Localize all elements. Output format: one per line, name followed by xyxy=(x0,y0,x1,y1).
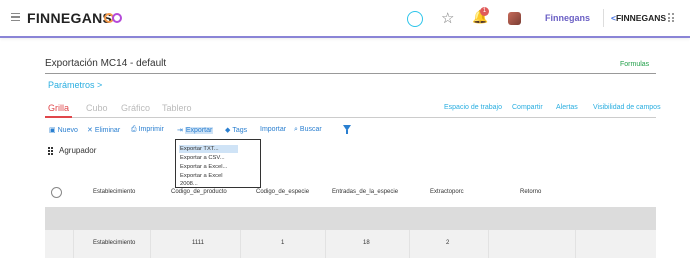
new-button[interactable]: ▣ Nuevo xyxy=(49,126,78,134)
grouper-button[interactable]: Agrupador xyxy=(48,146,96,155)
column-divider xyxy=(575,230,576,258)
divider xyxy=(603,9,604,27)
column-divider xyxy=(240,230,241,258)
table-row[interactable] xyxy=(45,230,656,258)
column-header[interactable]: Extractoporc xyxy=(430,189,464,195)
delete-button[interactable]: ✕ Eliminar xyxy=(87,126,120,134)
export-label: Exportar xyxy=(184,127,214,134)
select-all-radio[interactable] xyxy=(51,187,62,198)
active-tab-indicator xyxy=(45,116,72,118)
column-header[interactable]: Codigo_de_producto xyxy=(171,189,227,195)
avatar[interactable] xyxy=(508,12,521,25)
tags-button[interactable]: ◆ Tags xyxy=(225,126,247,134)
new-label: Nuevo xyxy=(57,127,78,134)
import-label: Importar xyxy=(260,126,287,133)
column-divider xyxy=(409,230,410,258)
table-cell: 18 xyxy=(363,240,370,246)
page-title: Exportación MC14 - default xyxy=(45,58,167,69)
column-divider xyxy=(325,230,326,258)
star-icon[interactable]: ☆ xyxy=(441,9,454,27)
workspace-link[interactable]: Espacio de trabajo xyxy=(444,104,502,111)
tag-icon: ◆ xyxy=(225,127,231,134)
column-header[interactable]: Retorno xyxy=(520,189,541,195)
printer-icon: ⎙ xyxy=(131,126,137,133)
delete-label: Eliminar xyxy=(94,127,121,134)
tabs-divider xyxy=(45,117,656,118)
close-icon: ✕ xyxy=(87,127,93,134)
search-label: Buscar xyxy=(299,126,322,133)
print-button[interactable]: ⎙ Imprimir xyxy=(131,126,164,134)
brand-right[interactable]: <FINNEGANS xyxy=(611,13,666,23)
logo-text: FINNEGANS xyxy=(27,10,113,26)
alerts-link[interactable]: Alertas xyxy=(556,104,578,111)
filter-row xyxy=(45,207,656,230)
search-button[interactable]: ⌕ Buscar xyxy=(294,126,322,134)
company-name[interactable]: Finnegans xyxy=(545,13,590,23)
search-icon: ⌕ xyxy=(294,126,298,133)
table-cell: Establecimiento xyxy=(93,240,136,246)
export-menu: Exportar TXT... Exportar a CSV... Export… xyxy=(175,139,261,188)
column-header[interactable]: Codigo_de_especie xyxy=(256,189,309,195)
column-divider xyxy=(73,230,74,258)
apps-grid-icon[interactable] xyxy=(668,13,676,23)
formulas-link[interactable]: Formulas xyxy=(620,61,649,68)
export-icon: ⇥ xyxy=(177,127,183,134)
top-bar: FINNEGANS ☆ 🔔 1 Finnegans <FINNEGANS xyxy=(0,0,690,38)
table-cell: 1111 xyxy=(192,240,205,246)
grouper-label: Agrupador xyxy=(59,146,97,155)
hamburger-icon[interactable] xyxy=(11,13,20,22)
table-cell: 1 xyxy=(281,240,285,246)
search-icon[interactable] xyxy=(407,11,423,27)
menu-item-export-csv[interactable]: Exportar a CSV... xyxy=(179,154,238,162)
field-visibility-link[interactable]: Visibilidad de campos xyxy=(593,104,661,111)
new-icon: ▣ xyxy=(49,127,56,134)
menu-item-export-excel-2008[interactable]: Exportar a Excel 2008... xyxy=(179,172,238,187)
brand-right-label: FINNEGANS xyxy=(615,13,667,23)
tab-cubo[interactable]: Cubo xyxy=(86,103,108,113)
print-label: Imprimir xyxy=(138,126,164,133)
divider xyxy=(45,73,656,74)
menu-item-export-excel[interactable]: Exportar a Excel... xyxy=(179,163,238,171)
column-divider xyxy=(150,230,151,258)
column-header[interactable]: Entradas_de_la_especie xyxy=(332,189,398,195)
tab-grilla[interactable]: Grilla xyxy=(48,103,69,113)
params-link[interactable]: Parámetros > xyxy=(48,80,102,90)
tab-tablero[interactable]: Tablero xyxy=(162,103,192,113)
import-button[interactable]: Importar xyxy=(260,126,286,133)
share-link[interactable]: Compartir xyxy=(512,104,543,111)
filter-icon-stem xyxy=(346,130,348,134)
column-divider xyxy=(488,230,489,258)
column-header[interactable]: Establecimiento xyxy=(93,189,135,195)
menu-item-export-txt[interactable]: Exportar TXT... xyxy=(179,145,238,153)
tab-grafico[interactable]: Gráfico xyxy=(121,103,150,113)
grid-icon xyxy=(48,147,56,155)
table-cell: 2 xyxy=(446,240,450,246)
tags-label: Tags xyxy=(232,127,248,134)
logo-mark-icon xyxy=(104,13,122,23)
export-button[interactable]: ⇥ Exportar xyxy=(177,126,214,134)
notification-badge: 1 xyxy=(480,7,489,16)
